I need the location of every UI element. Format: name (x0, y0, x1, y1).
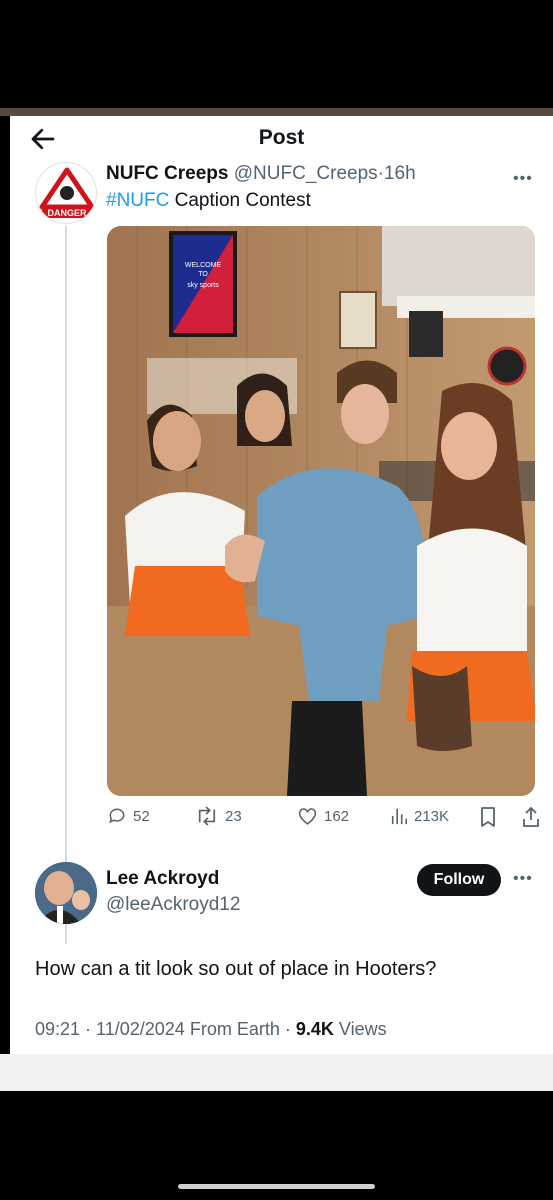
tweet-author-row: NUFC Creeps @NUFC_Creeps·16h (106, 163, 416, 185)
heart-icon (298, 808, 317, 825)
photo-illustration: WELCOME TO sky sports (107, 226, 535, 796)
view-count: 213K (414, 807, 450, 825)
post-time[interactable]: 16h (384, 163, 416, 184)
reply-time[interactable]: 09:21 (35, 1019, 80, 1039)
reply-views-label: Views (338, 1019, 387, 1039)
svg-text:DANGER: DANGER (47, 208, 87, 218)
status-bar-area (0, 0, 553, 110)
reply-date[interactable]: 11/02/2024 (96, 1019, 185, 1039)
screen-left-edge (0, 116, 10, 1054)
more-options-icon[interactable]: ••• (513, 170, 533, 188)
analytics-icon (391, 808, 408, 825)
bookmark-button[interactable] (479, 806, 497, 828)
bookmark-icon (481, 807, 495, 827)
svg-text:TO: TO (198, 271, 208, 278)
reply-author-name[interactable]: Lee Ackroyd (106, 868, 219, 890)
reply-button[interactable]: 52 (107, 806, 150, 826)
reply-text: How can a tit look so out of place in Ho… (35, 958, 437, 980)
retweet-button[interactable]: 23 (195, 806, 242, 826)
tweet-photo[interactable]: WELCOME TO sky sports (107, 226, 535, 796)
share-icon (523, 806, 539, 827)
reply-count: 52 (133, 807, 150, 825)
screen-edge-strip (0, 108, 553, 116)
thread-connector-line (65, 226, 67, 944)
reply-metadata: 09:21 · 11/02/2024 From Earth · 9.4K Vie… (35, 1019, 387, 1039)
tweet-body: Caption Contest (169, 190, 311, 211)
reply-avatar[interactable] (35, 862, 97, 924)
page-title: Post (258, 126, 305, 149)
share-button[interactable] (521, 806, 541, 828)
reply-source: From Earth (189, 1019, 280, 1039)
views-button[interactable]: 213K (390, 806, 449, 826)
svg-text:WELCOME: WELCOME (185, 262, 222, 269)
reply-icon (109, 808, 125, 824)
retweet-count: 23 (225, 807, 242, 825)
tweet-text: #NUFC Caption Contest (106, 190, 311, 212)
bottom-safe-area (0, 1054, 553, 1091)
more-options-icon[interactable]: ••• (513, 870, 533, 888)
top-bar: Post (10, 116, 553, 160)
follow-button[interactable]: Follow (417, 864, 501, 896)
like-count: 162 (324, 807, 350, 825)
avatar[interactable]: DANGER (35, 162, 97, 224)
reply-author-handle[interactable]: @leeAckroyd12 (106, 894, 240, 916)
like-button[interactable]: 162 (297, 806, 349, 826)
screenshot-frame: Post DANGER NUFC Creeps @NUFC_Creeps·16h… (0, 116, 553, 1091)
profile-photo-icon (35, 862, 97, 924)
retweet-icon (198, 806, 216, 826)
reply-views-count: 9.4K (295, 1019, 334, 1039)
author-handle[interactable]: @NUFC_Creeps (234, 163, 378, 184)
warning-sign-icon: DANGER (39, 167, 95, 218)
tweet-action-bar: 52 23 162 213K (107, 806, 539, 834)
home-indicator[interactable] (178, 1184, 375, 1189)
post-page: Post DANGER NUFC Creeps @NUFC_Creeps·16h… (10, 116, 553, 1054)
hashtag-link[interactable]: #NUFC (106, 190, 169, 211)
svg-text:sky sports: sky sports (187, 282, 219, 289)
author-name[interactable]: NUFC Creeps (106, 163, 228, 184)
